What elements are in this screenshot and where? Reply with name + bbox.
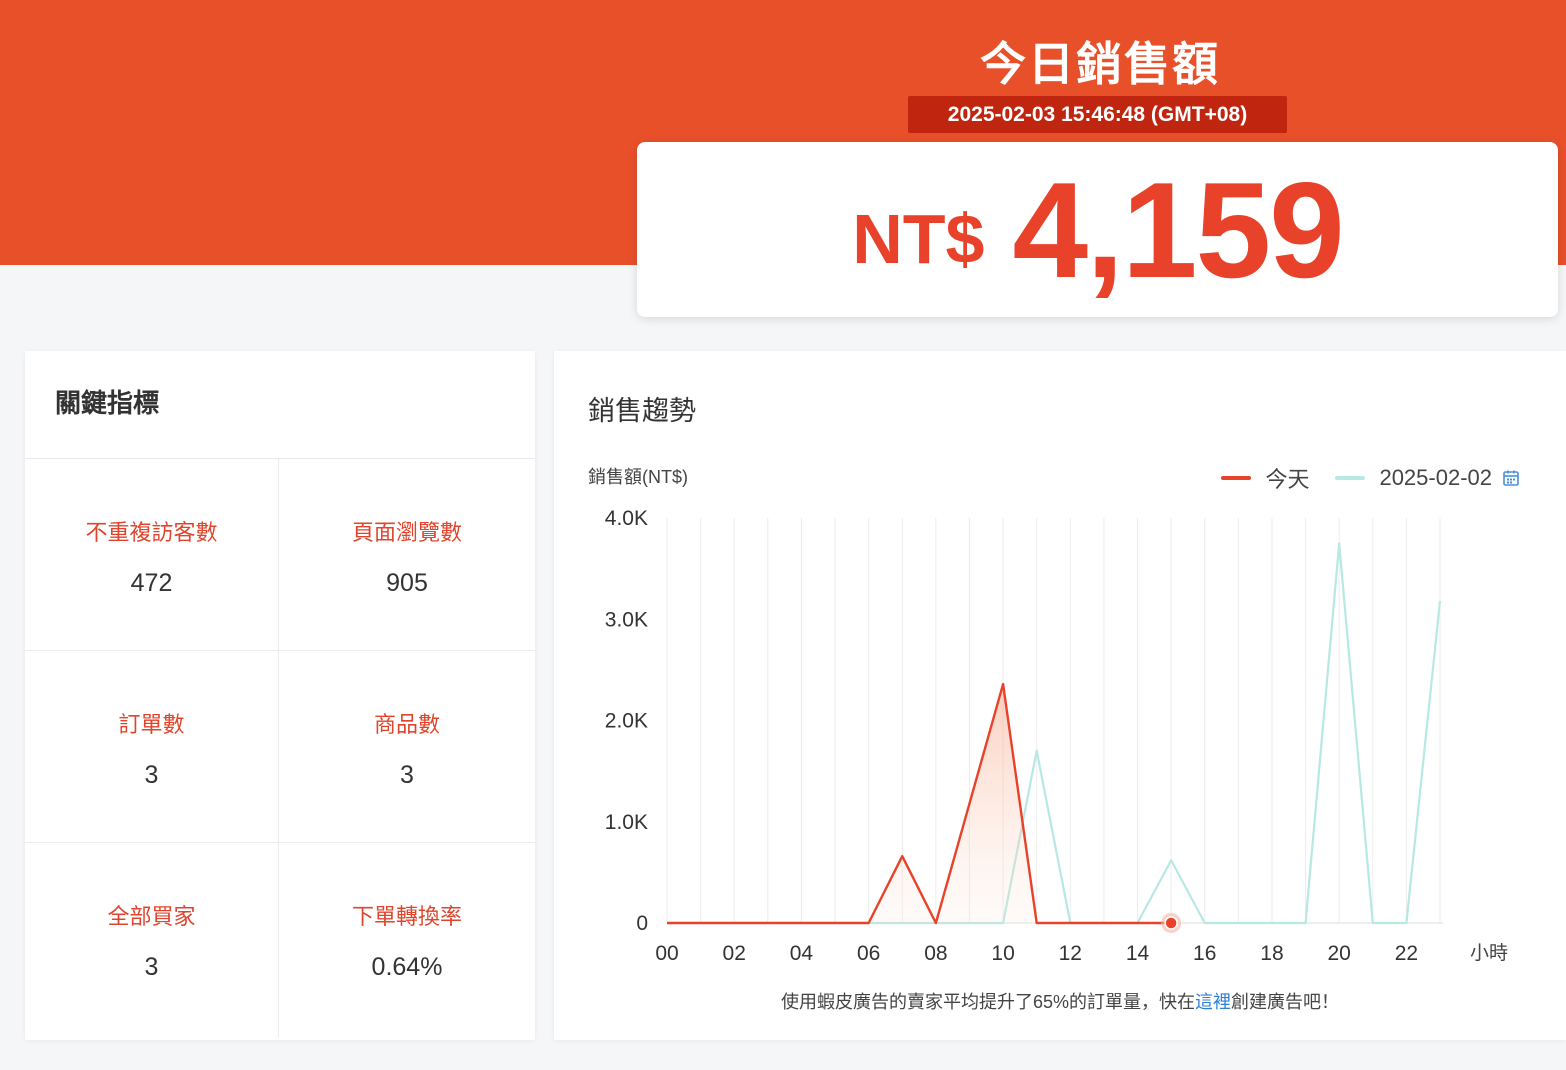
metric-value: 3 [144,761,159,789]
currency-label: NT$ [852,199,985,278]
sales-trend-card: 銷售趨勢 銷售額(NT$) 今天 2025-02-02 0 1.0K 2.0K 3.0… [554,351,1566,1040]
create-ad-link[interactable]: 這裡 [1195,992,1231,1012]
current-point-marker [1164,916,1178,930]
metric-value: 472 [130,569,173,597]
key-metrics-grid: 不重複訪客數 472 頁面瀏覽數 905 訂單數 3 商品數 3 全部買家 3 … [25,459,535,1038]
x-tick-label: 20 [1327,942,1350,965]
sales-total-value: 4,159 [1012,153,1344,306]
series-line-today [667,682,1172,925]
y-tick-label: 1.0K [605,811,648,834]
metric-label: 全部買家 [107,904,196,929]
metric-label: 訂單數 [118,712,185,737]
x-tick-label: 10 [991,942,1014,965]
promo-text-after: 創建廣告吧！ [1231,992,1340,1012]
x-tick-label: 04 [790,942,814,965]
key-metrics-title: 關鍵指標 [25,351,535,459]
x-tick-label: 12 [1059,942,1082,965]
metric-unique-visitors[interactable]: 不重複訪客數 472 [25,459,279,651]
y-tick-label: 2.0K [605,710,648,733]
key-metrics-card: 關鍵指標 不重複訪客數 472 頁面瀏覽數 905 訂單數 3 商品數 3 全部… [25,351,535,1040]
x-axis-unit-label: 小時 [1470,942,1508,964]
x-tick-label: 00 [655,942,678,965]
y-tick-label: 4.0K [605,507,648,530]
metric-value: 0.64% [371,953,443,981]
sales-total-card: NT$ 4,159 [637,142,1558,317]
x-tick-label: 02 [723,942,746,965]
x-tick-label: 06 [857,942,880,965]
metric-label: 商品數 [373,712,440,737]
y-tick-label: 0 [636,912,648,935]
x-tick-label: 22 [1395,942,1418,965]
x-tick-label: 08 [924,942,947,965]
metric-buyers[interactable]: 全部買家 3 [25,843,279,1038]
metric-label: 不重複訪客數 [85,520,218,545]
page-title: 今日銷售額 [980,38,1220,90]
metric-value: 3 [144,953,159,981]
metric-page-views[interactable]: 頁面瀏覽數 905 [279,459,535,651]
metric-orders[interactable]: 訂單數 3 [25,651,279,843]
metric-products[interactable]: 商品數 3 [279,651,535,843]
sales-trend-chart[interactable]: 0 1.0K 2.0K 3.0K 4.0K 00 02 04 06 08 10 12 14 16 18 20 2… [554,351,1566,981]
ads-promo-note: 使用蝦皮廣告的賣家平均提升了65%的訂單量，快在這裡創建廣告吧！ [554,988,1566,1014]
metric-value: 3 [400,761,414,789]
metric-label: 頁面瀏覽數 [351,520,462,545]
timestamp-badge: 2025-02-03 15:46:48 (GMT+08) [908,96,1287,133]
x-tick-label: 16 [1193,942,1216,965]
y-tick-label: 3.0K [605,608,648,631]
metric-label: 下單轉換率 [351,904,462,929]
metric-conversion-rate[interactable]: 下單轉換率 0.64% [279,843,535,1038]
x-tick-label: 18 [1260,942,1283,965]
metric-value: 905 [386,569,428,597]
promo-text-before: 使用蝦皮廣告的賣家平均提升了65%的訂單量，快在 [780,992,1196,1012]
series-line-compare [667,542,1442,925]
x-tick-label: 14 [1126,942,1150,965]
